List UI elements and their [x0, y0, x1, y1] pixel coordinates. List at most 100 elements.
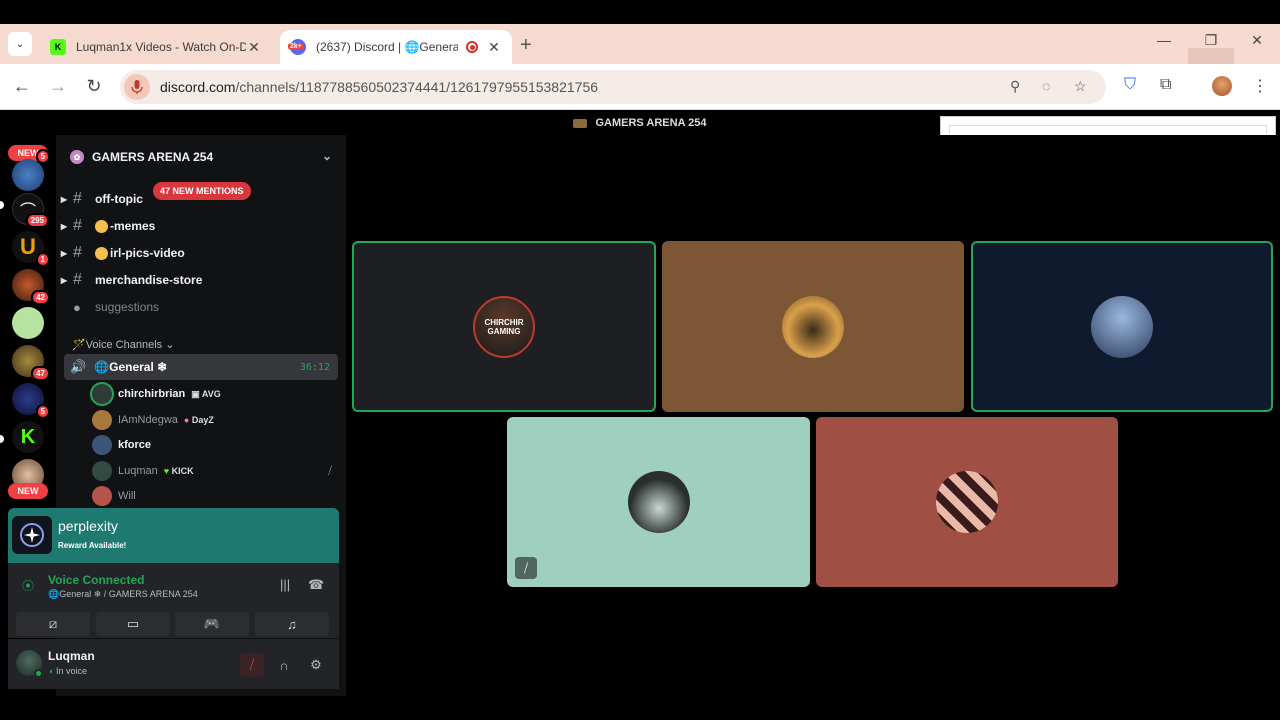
- speaker-icon: ◖: [48, 666, 56, 676]
- chevron-down-icon: ⌄: [165, 339, 175, 351]
- shield-extension-icon[interactable]: ⛉: [1124, 76, 1136, 94]
- close-window-icon[interactable]: ✕: [1245, 32, 1269, 49]
- screen-share-button[interactable]: ▭: [96, 612, 170, 636]
- chevron-down-icon[interactable]: ⌄: [322, 149, 332, 163]
- unread-pip: [0, 201, 4, 209]
- channel-name: -memes: [110, 219, 156, 233]
- channel-name: suggestions: [95, 300, 160, 314]
- browser-tabstrip: ⌄ K Luqman1x Videos - Watch On-Demand ✕ …: [0, 24, 1280, 88]
- camera-off-button[interactable]: ⧄: [16, 612, 90, 636]
- activities-button[interactable]: 🎮: [175, 612, 249, 636]
- laughing-emoji-icon: [95, 219, 108, 233]
- forum-icon: ●: [73, 299, 81, 315]
- channel-irl-pics-video[interactable]: ▶ # irl-pics-video: [56, 240, 346, 266]
- new-mentions-pill[interactable]: 47 NEW MENTIONS: [153, 182, 251, 200]
- tab-notification-badge: 2k+: [288, 43, 304, 50]
- user-status: ◖ In voice: [48, 666, 87, 676]
- activity-tag: ● DayZ: [184, 415, 214, 425]
- eye-slash-icon[interactable]: ◌: [1042, 78, 1050, 94]
- avatar: [92, 384, 112, 404]
- server-badge: 42: [31, 290, 50, 305]
- server-icon[interactable]: [12, 307, 44, 339]
- server-icon[interactable]: 47: [12, 345, 50, 381]
- letterbox-bottom: [0, 696, 1280, 720]
- participant-tile[interactable]: [816, 417, 1118, 587]
- channel-memes[interactable]: ▶ # -memes: [56, 213, 346, 239]
- server-icon[interactable]: 42: [12, 269, 50, 305]
- voice-user[interactable]: Luqman ♥ KICK ⧸: [92, 459, 338, 483]
- gamepad-icon: 🎮: [203, 616, 221, 631]
- more-menu-icon[interactable]: ⋮: [1252, 76, 1268, 96]
- close-tab-icon[interactable]: ✕: [486, 39, 502, 56]
- url-text: discord.com/channels/1187788560502374441…: [160, 79, 598, 95]
- perplexity-logo-icon: [12, 516, 52, 554]
- voice-channel-name: 🌐General ❄: [94, 360, 168, 374]
- sunglasses-emoji-icon: [95, 246, 108, 260]
- unmute-mic-button[interactable]: ⧸: [240, 653, 264, 677]
- server-icon[interactable]: U1: [12, 231, 50, 267]
- voice-category-header[interactable]: 🪄Voice Channels ⌄: [72, 338, 174, 351]
- activity-label: DayZ: [191, 415, 214, 425]
- promo-banner[interactable]: perplexity Reward Available!: [8, 508, 339, 563]
- channel-name: off-topic: [95, 192, 143, 206]
- tab-search-chevron-icon[interactable]: ⌄: [8, 32, 32, 56]
- participant-tile[interactable]: [971, 241, 1273, 412]
- server-icon[interactable]: 5: [12, 383, 50, 419]
- voice-user[interactable]: IAmNdegwa ● DayZ: [92, 408, 338, 432]
- hash-icon: #: [73, 190, 82, 207]
- voice-channel-general[interactable]: 🔊 🌐General ❄ 36:12: [64, 354, 338, 380]
- forward-arrow-icon[interactable]: →: [48, 76, 68, 96]
- channel-suggestions[interactable]: ● suggestions: [56, 294, 346, 320]
- recording-indicator-icon: [466, 41, 478, 53]
- user-settings-button[interactable]: ⚙: [304, 653, 328, 677]
- user-name[interactable]: Luqman: [48, 649, 95, 663]
- participant-tile[interactable]: ⧸: [507, 417, 810, 587]
- close-tab-icon[interactable]: ✕: [246, 39, 262, 56]
- bookmark-star-icon[interactable]: ☆: [1074, 78, 1087, 95]
- address-bar[interactable]: discord.com/channels/1187788560502374441…: [120, 70, 1106, 104]
- browser-tab-kick[interactable]: K Luqman1x Videos - Watch On-Demand ✕: [40, 30, 272, 64]
- guild-header[interactable]: ✿ GAMERS ARENA 254 ⌄: [56, 135, 346, 179]
- voice-location[interactable]: 🌐General ❄ / GAMERS ARENA 254: [48, 589, 198, 600]
- signal-strength-icon[interactable]: ⦿: [22, 577, 34, 594]
- zoom-icon[interactable]: ⚲: [1010, 78, 1020, 95]
- soundboard-button[interactable]: ♫: [255, 612, 329, 636]
- url-host: discord.com: [160, 79, 236, 95]
- restore-window-icon[interactable]: ❐: [1199, 32, 1223, 49]
- channel-merchandise-store[interactable]: ▶ # merchandise-store: [56, 267, 346, 293]
- voice-user[interactable]: chirchirbrian ▣ AVG: [92, 382, 338, 406]
- discord-favicon-icon: 2k+: [288, 39, 306, 55]
- server-icon[interactable]: 5: [12, 149, 50, 191]
- voice-user-name: kforce: [118, 439, 152, 451]
- hash-icon: #: [73, 217, 82, 234]
- extensions-puzzle-icon[interactable]: ⧉: [1160, 76, 1171, 94]
- server-badge: 295: [25, 213, 49, 228]
- unread-pip: [0, 435, 4, 443]
- minimize-window-icon[interactable]: —: [1152, 32, 1176, 48]
- back-arrow-icon[interactable]: ←: [12, 76, 32, 96]
- microphone-in-use-icon[interactable]: [124, 74, 150, 100]
- user-status-text: In voice: [55, 666, 87, 676]
- online-status-icon: [34, 669, 43, 678]
- noise-suppression-icon[interactable]: |||: [280, 577, 290, 592]
- disconnect-phone-icon[interactable]: ☎: [308, 577, 324, 593]
- new-tab-button[interactable]: +: [520, 34, 532, 57]
- activity-label: KICK: [171, 466, 194, 476]
- hash-icon: #: [73, 244, 82, 261]
- voice-user[interactable]: Will: [92, 484, 338, 508]
- voice-status[interactable]: Voice Connected: [48, 573, 144, 587]
- participant-tile[interactable]: CHIRCHIR GAMING: [352, 241, 656, 412]
- kick-server-icon[interactable]: K: [12, 421, 44, 453]
- server-icon[interactable]: ⌒ 295: [12, 193, 49, 228]
- browser-tab-discord[interactable]: 2k+ (2637) Discord | 🌐General ❄ ✕: [280, 30, 512, 64]
- profile-avatar[interactable]: [1212, 76, 1232, 96]
- category-label: Voice Channels: [85, 339, 163, 351]
- deafen-button[interactable]: ∩: [272, 653, 296, 677]
- new-unreads-pill[interactable]: NEW: [8, 483, 48, 499]
- voice-user[interactable]: kforce: [92, 433, 338, 457]
- participant-tile[interactable]: [662, 241, 964, 412]
- gear-icon: ⚙: [310, 657, 322, 672]
- reload-icon[interactable]: ↻: [84, 76, 104, 96]
- channel-name: merchandise-store: [95, 273, 203, 287]
- user-panel: Luqman ◖ In voice ⧸ ∩ ⚙: [8, 639, 339, 689]
